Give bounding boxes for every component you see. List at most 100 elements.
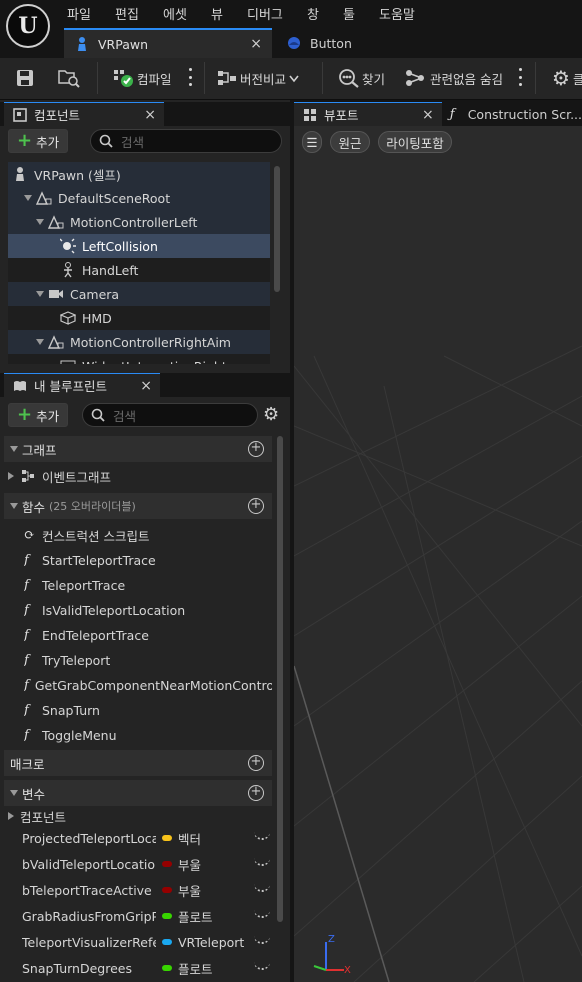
variable-type[interactable]: 플로트 xyxy=(162,904,248,928)
add-graph-icon[interactable]: + xyxy=(248,441,264,457)
hide-unrelated-button[interactable]: 관련없음 숨김 xyxy=(405,66,503,90)
diff-label: 버전비교 xyxy=(240,71,287,87)
close-panel-icon[interactable]: × xyxy=(140,378,152,394)
gear-icon[interactable]: ⚙ xyxy=(263,404,279,425)
add-component-button[interactable]: + 추가 xyxy=(8,129,69,153)
browse-button[interactable] xyxy=(58,66,80,90)
variable-type[interactable]: 플로트 xyxy=(162,956,248,980)
class-settings-button[interactable]: ⚙ 클 xyxy=(552,66,582,90)
component-label: MotionControllerLeft xyxy=(70,214,198,230)
tab-construction-script[interactable]: ƒ Construction Scr... xyxy=(442,107,582,122)
variable-type-label: 플로트 xyxy=(178,909,213,925)
variable-item[interactable]: SnapTurnDegrees xyxy=(22,956,156,980)
variable-type-label: VRTeleport xyxy=(178,934,245,950)
menu-window[interactable]: 창 xyxy=(307,4,319,23)
component-tree-item[interactable]: MotionControllerLeft xyxy=(8,210,270,234)
component-tree-item[interactable]: VRPawn (셀프) xyxy=(8,162,270,186)
viewport-menu-button[interactable]: ☰ xyxy=(302,131,322,153)
graph-item[interactable]: 이벤트그래프 xyxy=(8,464,270,488)
tab-components[interactable]: 컴포넌트 × xyxy=(4,102,164,126)
component-tree-item[interactable]: MotionControllerRightAim xyxy=(8,330,270,354)
function-item[interactable]: ⟳ 컨스트럭션 스크립트 xyxy=(24,523,272,547)
section-macros[interactable]: 매크로 + xyxy=(4,750,272,776)
function-item[interactable]: ƒ TryTeleport xyxy=(24,648,272,672)
component-tree-item[interactable]: HandLeft xyxy=(8,258,270,282)
type-pin-icon xyxy=(162,835,172,841)
tab-button[interactable]: Button xyxy=(276,28,416,58)
variable-name: GrabRadiusFromGripPosition xyxy=(22,908,156,924)
search-placeholder: 검색 xyxy=(113,408,137,424)
section-graphs[interactable]: 그래프 + xyxy=(4,436,272,462)
chevron-down-icon[interactable] xyxy=(36,339,44,345)
menu-edit[interactable]: 편집 xyxy=(115,4,139,23)
variable-item[interactable]: GrabRadiusFromGripPosition xyxy=(22,904,156,928)
close-tab-icon[interactable]: × xyxy=(250,36,262,52)
function-item[interactable]: ƒ SnapTurn xyxy=(24,698,272,722)
chevron-down-icon[interactable] xyxy=(36,219,44,225)
menu-asset[interactable]: 에셋 xyxy=(163,4,187,23)
function-item[interactable]: ƒ TeleportTrace xyxy=(24,573,272,597)
menu-view[interactable]: 뷰 xyxy=(211,4,223,23)
components-search-input[interactable]: 검색 xyxy=(90,129,282,153)
variable-item[interactable]: ProjectedTeleportLocation xyxy=(22,826,156,850)
my-blueprint-scrollbar[interactable] xyxy=(277,436,283,922)
hide-unrelated-options-icon[interactable] xyxy=(518,68,522,86)
chevron-down-icon[interactable] xyxy=(36,291,44,297)
function-item[interactable]: ƒ StartTeleportTrace xyxy=(24,548,272,572)
tab-my-blueprint[interactable]: 내 블루프린트 × xyxy=(4,373,160,397)
chevron-down-icon xyxy=(10,790,18,796)
function-label: ToggleMenu xyxy=(42,727,117,743)
close-panel-icon[interactable]: × xyxy=(144,107,156,123)
add-macro-icon[interactable]: + xyxy=(248,755,264,771)
viewport-panel-header: 뷰포트 × ƒ Construction Scr... xyxy=(294,102,582,126)
scene-component-icon xyxy=(36,190,52,206)
my-blueprint-search-input[interactable]: 검색 xyxy=(82,403,258,427)
menu-debug[interactable]: 디버그 xyxy=(247,4,283,23)
function-item[interactable]: ƒ ToggleMenu xyxy=(24,723,272,747)
variable-type[interactable]: VRTeleport xyxy=(162,930,248,954)
find-icon xyxy=(339,69,359,88)
function-item[interactable]: ƒ EndTeleportTrace xyxy=(24,623,272,647)
component-tree-item[interactable]: DefaultSceneRoot xyxy=(8,186,270,210)
find-button[interactable]: 찾기 xyxy=(338,66,385,90)
static-mesh-icon xyxy=(60,310,76,326)
components-title: 컴포넌트 xyxy=(34,108,81,123)
variable-category[interactable]: 컴포넌트 xyxy=(8,806,270,826)
component-tree: VRPawn (셀프) DefaultSceneRoot MotionControl… xyxy=(8,162,270,364)
tab-viewport[interactable]: 뷰포트 × xyxy=(294,102,442,126)
unreal-logo-icon[interactable]: U xyxy=(6,4,50,48)
variable-type[interactable]: 부울 xyxy=(162,878,248,902)
tab-vrpawn[interactable]: VRPawn × xyxy=(64,28,272,58)
function-item[interactable]: ƒ IsValidTeleportLocation xyxy=(24,598,272,622)
section-functions[interactable]: 함수 (25 오버라이더블) + xyxy=(4,493,272,519)
add-function-icon[interactable]: + xyxy=(248,498,264,514)
menu-tools[interactable]: 툴 xyxy=(343,4,355,23)
component-tree-item[interactable]: Camera xyxy=(8,282,270,306)
menu-help[interactable]: 도움말 xyxy=(379,4,415,23)
add-variable-icon[interactable]: + xyxy=(248,785,264,801)
save-button[interactable] xyxy=(16,66,34,90)
compile-options-icon[interactable] xyxy=(188,68,192,86)
diff-button[interactable]: 버전비교 xyxy=(216,66,299,90)
perspective-button[interactable]: 원근 xyxy=(330,131,370,153)
viewport-canvas[interactable] xyxy=(294,126,582,982)
variable-type[interactable]: 벡터 xyxy=(162,826,248,850)
add-member-button[interactable]: + 추가 xyxy=(8,403,69,427)
section-variables[interactable]: 변수 + xyxy=(4,780,272,806)
component-tree-item[interactable]: LeftCollision xyxy=(8,234,270,258)
variable-item[interactable]: bTeleportTraceActive xyxy=(22,878,156,902)
menu-file[interactable]: 파일 xyxy=(67,4,91,23)
close-panel-icon[interactable]: × xyxy=(422,107,434,123)
variable-type[interactable]: 부울 xyxy=(162,852,248,876)
function-label: TeleportTrace xyxy=(42,577,126,593)
component-tree-item[interactable]: HMD xyxy=(8,306,270,330)
variable-item[interactable]: bValidTeleportLocation xyxy=(22,852,156,876)
lit-label: 라이팅포함 xyxy=(386,135,444,151)
compile-button[interactable]: 컴파일 xyxy=(113,66,172,90)
component-tree-item[interactable]: WidgetInteractionRight xyxy=(8,354,270,364)
function-item[interactable]: ƒ GetGrabComponentNearMotionController xyxy=(24,673,272,697)
variable-item[interactable]: TeleportVisualizerReference xyxy=(22,930,156,954)
lit-mode-button[interactable]: 라이팅포함 xyxy=(378,131,452,153)
components-scrollbar[interactable] xyxy=(274,166,280,292)
chevron-down-icon[interactable] xyxy=(24,195,32,201)
